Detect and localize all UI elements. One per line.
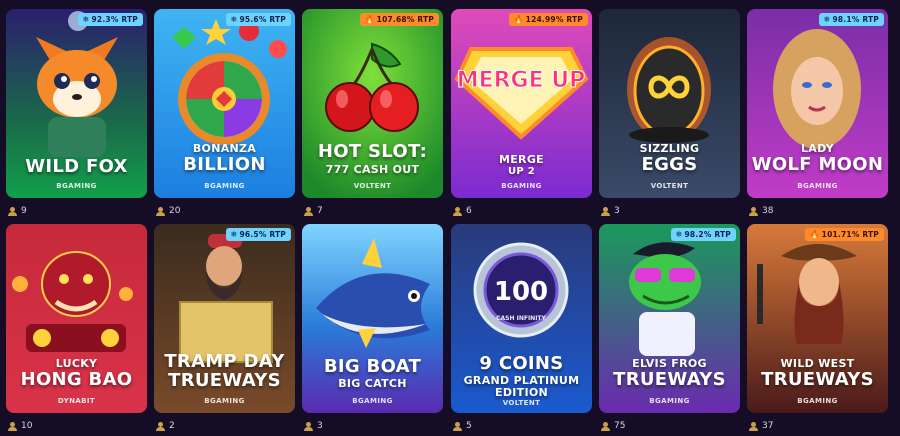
user-icon	[453, 206, 462, 216]
snowflake-icon: ❄	[230, 15, 238, 24]
player-count: 2	[154, 416, 295, 436]
user-icon	[156, 421, 165, 431]
rtp-badge: ❄ 92.3% RTP	[77, 13, 143, 26]
game-title-line-1: MERGE	[499, 153, 544, 166]
game-tile-hot-slot[interactable]: HOT SLOT: 777 CASH OUT VOLTENT 🔥 107.68% …	[302, 9, 443, 221]
user-icon	[749, 421, 758, 431]
user-icon	[8, 421, 17, 431]
user-icon	[8, 206, 17, 216]
player-count: 7	[302, 201, 443, 221]
game-tile-9-coins[interactable]: 100 CASH INFINITY 9 COINS GRAND PLATINUM…	[451, 224, 592, 436]
game-title-line-2: BILLION	[183, 154, 266, 175]
player-count: 9	[6, 201, 147, 221]
game-provider: VOLTENT	[502, 399, 541, 407]
game-card[interactable]: WILD WEST TRUEWAYS BGAMING 🔥 101.71% RTP	[747, 224, 888, 413]
game-title-line-3: EDITION	[495, 386, 548, 399]
game-tile-wild-fox[interactable]: WILD FOX BGAMING ❄ 92.3% RTP 9	[6, 9, 147, 221]
game-title-line-2: 777 CASH OUT	[325, 163, 420, 176]
user-icon	[601, 421, 610, 431]
player-count: 10	[6, 416, 147, 436]
game-card[interactable]: WILD FOX BGAMING ❄ 92.3% RTP	[6, 9, 147, 198]
rtp-badge: 🔥 107.68% RTP	[359, 13, 439, 26]
rtp-badge: 🔥 124.99% RTP	[508, 13, 588, 26]
snowflake-icon: ❄	[230, 230, 238, 239]
game-title-line-2: BIG CATCH	[338, 377, 407, 390]
game-card[interactable]: SIZZLING EGGS VOLTENT	[599, 9, 740, 198]
game-tile-lucky-hong-bao[interactable]: LUCKY HONG BAO DYNABIT 10	[6, 224, 147, 436]
rtp-badge: ❄ 96.5% RTP	[225, 228, 291, 241]
game-title: WILD FOX	[25, 156, 128, 177]
rtp-badge: ❄ 98.2% RTP	[670, 228, 736, 241]
player-count: 20	[154, 201, 295, 221]
player-count: 75	[599, 416, 740, 436]
game-grid: WILD FOX BGAMING ❄ 92.3% RTP 9 BONANZA B…	[0, 0, 900, 434]
fire-icon: 🔥	[364, 15, 375, 24]
game-tile-wild-west-trueways[interactable]: WILD WEST TRUEWAYS BGAMING 🔥 101.71% RTP …	[747, 224, 888, 436]
coin-number-text: 100	[494, 277, 548, 307]
game-card[interactable]: LUCKY HONG BAO DYNABIT	[6, 224, 147, 413]
game-title-line-2: HONG BAO	[20, 369, 133, 390]
game-title-line-1: TRAMP DAY	[164, 351, 285, 372]
game-title-line-2: UP 2	[507, 166, 536, 177]
game-card[interactable]: ELVIS FROG TRUEWAYS BGAMING ❄ 98.2% RTP	[599, 224, 740, 413]
game-tile-elvis-frog-trueways[interactable]: ELVIS FROG TRUEWAYS BGAMING ❄ 98.2% RTP 7…	[599, 224, 740, 436]
game-provider: BGAMING	[797, 397, 838, 405]
game-title-line-2: WOLF MOON	[751, 154, 884, 175]
game-provider: DYNABIT	[57, 397, 96, 405]
game-provider: BGAMING	[797, 182, 838, 190]
game-provider: VOLTENT	[650, 182, 689, 190]
game-provider: BGAMING	[56, 182, 97, 190]
snowflake-icon: ❄	[823, 15, 831, 24]
player-count: 38	[747, 201, 888, 221]
user-icon	[749, 206, 758, 216]
game-provider: BGAMING	[204, 182, 245, 190]
user-icon	[156, 206, 165, 216]
coin-caption-text: CASH INFINITY	[496, 315, 546, 322]
game-provider: BGAMING	[204, 397, 245, 405]
game-title-line-2: TRUEWAYS	[168, 370, 281, 391]
game-card[interactable]: LADY WOLF MOON BGAMING ❄ 98.1% RTP	[747, 9, 888, 198]
game-provider: BGAMING	[501, 182, 542, 190]
snowflake-icon: ❄	[82, 15, 90, 24]
game-provider: VOLTENT	[353, 182, 392, 190]
player-count: 6	[451, 201, 592, 221]
fire-icon: 🔥	[809, 230, 820, 239]
game-card[interactable]: HOT SLOT: 777 CASH OUT VOLTENT 🔥 107.68% …	[302, 9, 443, 198]
game-title-line-1: BIG BOAT	[323, 356, 422, 377]
player-count: 5	[451, 416, 592, 436]
game-card[interactable]: BONANZA BILLION BGAMING ❄ 95.6% RTP	[154, 9, 295, 198]
game-card[interactable]: TRAMP DAY TRUEWAYS BGAMING ❄ 96.5% RTP	[154, 224, 295, 413]
game-title-line-2: TRUEWAYS	[761, 369, 874, 390]
rtp-badge: ❄ 95.6% RTP	[225, 13, 291, 26]
game-tile-big-boat[interactable]: BIG BOAT BIG CATCH BGAMING 3	[302, 224, 443, 436]
game-provider: BGAMING	[352, 397, 393, 405]
merge-up-logo-text: MERGE UP	[457, 68, 586, 93]
game-card[interactable]: MERGE UP MERGE UP 2 BGAMING 🔥 124.99% RTP	[451, 9, 592, 198]
rtp-badge: 🔥 101.71% RTP	[804, 228, 884, 241]
game-card[interactable]: 100 CASH INFINITY 9 COINS GRAND PLATINUM…	[451, 224, 592, 413]
user-icon	[304, 421, 313, 431]
game-title-line-2: EGGS	[641, 154, 698, 175]
game-tile-tramp-day-trueways[interactable]: TRAMP DAY TRUEWAYS BGAMING ❄ 96.5% RTP 2	[154, 224, 295, 436]
snowflake-icon: ❄	[675, 230, 683, 239]
game-title-line-2: TRUEWAYS	[613, 369, 726, 390]
user-icon	[601, 206, 610, 216]
game-tile-lady-wolf-moon[interactable]: LADY WOLF MOON BGAMING ❄ 98.1% RTP 38	[747, 9, 888, 221]
game-title-line-1: 9 COINS	[479, 353, 564, 374]
player-count: 3	[599, 201, 740, 221]
rtp-badge: ❄ 98.1% RTP	[818, 13, 884, 26]
user-icon	[453, 421, 462, 431]
game-tile-bonanza-billion[interactable]: BONANZA BILLION BGAMING ❄ 95.6% RTP 20	[154, 9, 295, 221]
game-tile-sizzling-eggs[interactable]: SIZZLING EGGS VOLTENT 3	[599, 9, 740, 221]
user-icon	[304, 206, 313, 216]
player-count: 3	[302, 416, 443, 436]
game-title-line-1: HOT SLOT:	[317, 141, 428, 162]
game-provider: BGAMING	[649, 397, 690, 405]
game-card[interactable]: BIG BOAT BIG CATCH BGAMING	[302, 224, 443, 413]
fire-icon: 🔥	[513, 15, 524, 24]
game-tile-merge-up-2[interactable]: MERGE UP MERGE UP 2 BGAMING 🔥 124.99% RTP…	[451, 9, 592, 221]
player-count: 37	[747, 416, 888, 436]
